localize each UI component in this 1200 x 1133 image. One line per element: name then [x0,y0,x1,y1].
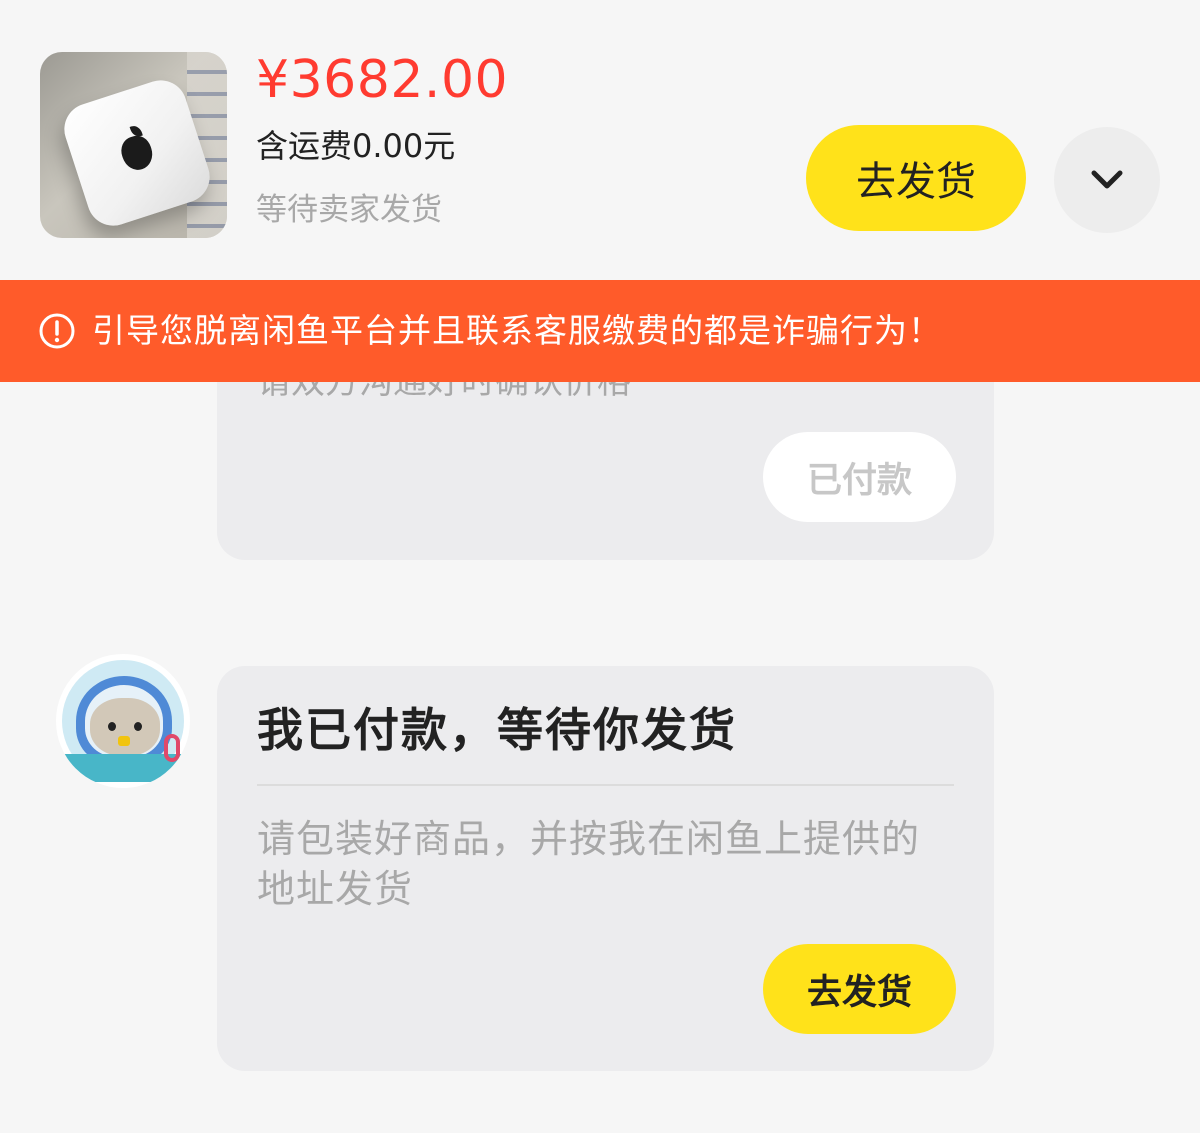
ship-button[interactable]: 去发货 [806,125,1026,231]
expand-button[interactable] [1054,127,1160,233]
exclamation-circle-icon [39,313,75,349]
message-body: 请包装好商品，并按我在闲鱼上提供的地址发货 [257,817,921,911]
chat-ship-button[interactable]: 去发货 [763,944,956,1034]
seal-face [90,698,160,756]
eye-left [108,722,116,731]
paid-button[interactable]: 已付款 [763,432,956,522]
apple-logo-icon [117,132,157,174]
product-price: ¥3682.00 [256,50,509,110]
order-header: ¥3682.00 含运费0.00元 等待卖家发货 去发货 [0,0,1200,280]
fish-mouth [118,736,130,746]
message-title: 我已付款，等待你发货 [257,703,737,757]
product-thumbnail[interactable] [40,52,227,238]
order-status: 等待卖家发货 [256,192,442,228]
chevron-down-icon [1091,170,1123,189]
buyer-avatar[interactable] [56,654,190,788]
phone-icon [164,734,180,762]
chat-bubble-payment: 我已付款，等待你发货 请包装好商品，并按我在闲鱼上提供的地址发货 去发货 [217,666,994,1071]
eye-right [134,722,142,731]
fraud-warning-banner: 引导您脱离闲鱼平台并且联系客服缴费的都是诈骗行为！ [0,280,1200,382]
message-divider [257,784,954,786]
warning-text: 引导您脱离闲鱼平台并且联系客服缴费的都是诈骗行为！ [92,311,942,350]
shipping-fee: 含运费0.00元 [256,127,456,165]
